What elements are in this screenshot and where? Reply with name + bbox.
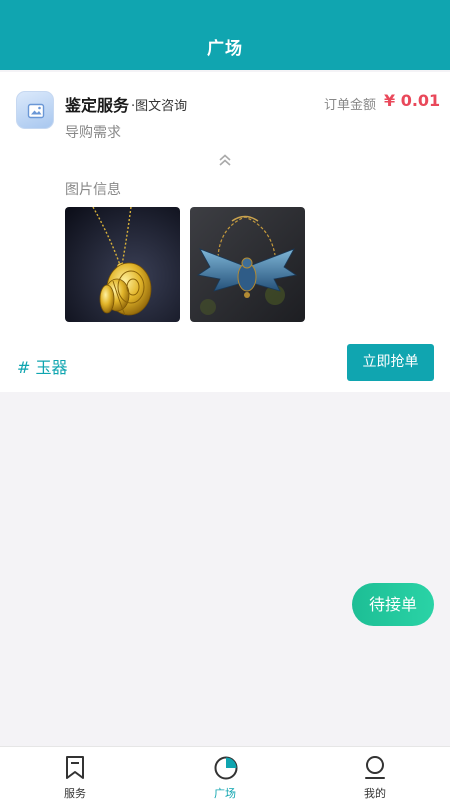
order-card[interactable]: 鉴定服务 ·图文咨询 订单金额 ¥ 0.01 导购需求 图片信息 # 玉器 立即… xyxy=(0,72,450,392)
pending-orders-button[interactable]: 待接单 xyxy=(352,583,434,626)
chevron-double-up-icon[interactable] xyxy=(217,152,233,168)
service-title: 鉴定服务 xyxy=(65,96,130,115)
pie-chart-icon xyxy=(214,756,238,780)
grab-order-button[interactable]: 立即抢单 xyxy=(347,344,434,381)
tab-mine[interactable]: 我的 xyxy=(300,747,450,800)
tab-service-label: 服务 xyxy=(64,787,86,800)
order-amount: ¥ 0.01 xyxy=(384,91,441,110)
category-tag[interactable]: # 玉器 xyxy=(17,354,68,378)
image-info-label: 图片信息 xyxy=(65,182,121,198)
bottom-tab-bar: 服务 广场 我的 xyxy=(0,746,450,800)
tab-mine-label: 我的 xyxy=(364,787,386,800)
top-app-bar: 广场 xyxy=(0,0,450,70)
tab-plaza[interactable]: 广场 xyxy=(150,747,300,800)
service-subtitle: ·图文咨询 xyxy=(131,99,188,114)
requirement-label: 导购需求 xyxy=(65,125,121,141)
blue-winged-necklace-image[interactable] xyxy=(190,207,305,322)
service-app-icon xyxy=(16,91,54,129)
gold-peacock-pendant-image[interactable] xyxy=(65,207,180,322)
user-icon xyxy=(365,756,385,779)
tab-service[interactable]: 服务 xyxy=(0,747,150,800)
tab-plaza-label: 广场 xyxy=(214,787,236,800)
page-title: 广场 xyxy=(207,39,243,59)
order-amount-label: 订单金额 xyxy=(324,98,377,113)
bookmark-icon xyxy=(66,756,84,779)
